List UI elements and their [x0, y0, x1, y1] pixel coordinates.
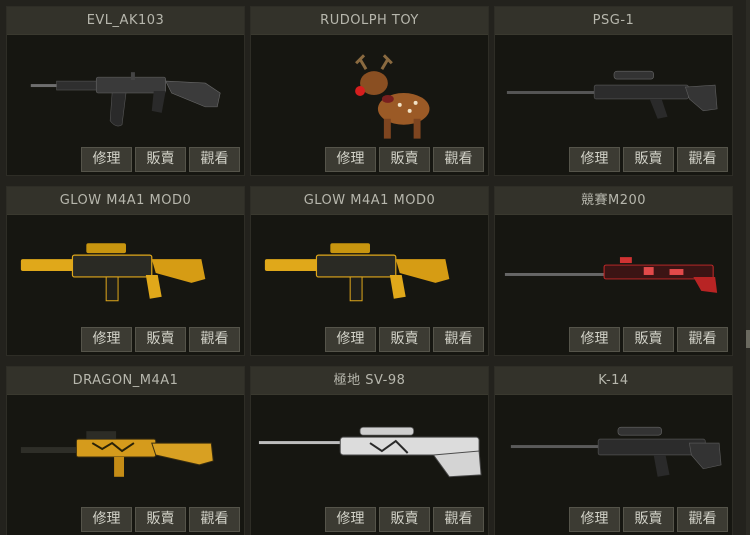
- sell-button[interactable]: 販賣: [623, 327, 674, 352]
- item-card-rudolph-toy[interactable]: RUDOLPH TOY 修理 販賣 觀看: [250, 6, 489, 176]
- repair-button[interactable]: 修理: [325, 507, 376, 532]
- gold-m4a1-rifle-icon: [264, 243, 450, 302]
- view-button[interactable]: 觀看: [433, 147, 484, 172]
- repair-button[interactable]: 修理: [81, 507, 132, 532]
- view-button[interactable]: 觀看: [189, 147, 240, 172]
- item-card-k-14[interactable]: K-14 修理 販賣 觀看: [494, 366, 733, 535]
- red-m200-sniper-icon: [504, 257, 718, 293]
- view-button[interactable]: 觀看: [189, 327, 240, 352]
- item-name: PSG-1: [495, 7, 732, 35]
- item-name: 極地 SV-98: [251, 367, 488, 395]
- repair-button[interactable]: 修理: [569, 147, 620, 172]
- k14-sniper-icon: [510, 426, 722, 477]
- item-name: K-14: [495, 367, 732, 395]
- sell-button[interactable]: 販賣: [623, 507, 674, 532]
- dragon-m4a1-rifle-icon: [20, 431, 214, 477]
- item-name: EVL_AK103: [7, 7, 244, 35]
- repair-button[interactable]: 修理: [81, 147, 132, 172]
- sell-button[interactable]: 販賣: [623, 147, 674, 172]
- item-name: 競賽M200: [495, 187, 732, 215]
- item-card-dragon-m4a1[interactable]: DRAGON_M4A1 修理 販賣 觀看: [6, 366, 245, 535]
- item-name: RUDOLPH TOY: [251, 7, 488, 35]
- item-card-evl-ak103[interactable]: EVL_AK103 修理 販賣 觀看: [6, 6, 245, 176]
- view-button[interactable]: 觀看: [677, 507, 728, 532]
- arctic-sv98-sniper-icon: [258, 426, 482, 478]
- sell-button[interactable]: 販賣: [379, 507, 430, 532]
- sell-button[interactable]: 販賣: [135, 147, 186, 172]
- item-name: DRAGON_M4A1: [7, 367, 244, 395]
- scrollbar-thumb[interactable]: [746, 330, 750, 348]
- view-button[interactable]: 觀看: [677, 327, 728, 352]
- gold-m4a1-rifle-icon: [20, 243, 206, 302]
- ak103-rifle-icon: [30, 72, 221, 127]
- item-card-glow-m4a1-mod0[interactable]: GLOW M4A1 MOD0 修理 販賣 觀看: [250, 186, 489, 356]
- view-button[interactable]: 觀看: [433, 507, 484, 532]
- repair-button[interactable]: 修理: [81, 327, 132, 352]
- view-button[interactable]: 觀看: [189, 507, 240, 532]
- sell-button[interactable]: 販賣: [379, 327, 430, 352]
- item-name: GLOW M4A1 MOD0: [7, 187, 244, 215]
- sell-button[interactable]: 販賣: [135, 507, 186, 532]
- repair-button[interactable]: 修理: [569, 507, 620, 532]
- view-button[interactable]: 觀看: [677, 147, 728, 172]
- view-button[interactable]: 觀看: [433, 327, 484, 352]
- repair-button[interactable]: 修理: [325, 327, 376, 352]
- reindeer-toy-icon: [355, 54, 430, 139]
- item-name: GLOW M4A1 MOD0: [251, 187, 488, 215]
- item-card-m200[interactable]: 競賽M200 修理 販賣 觀看: [494, 186, 733, 356]
- item-card-arctic-sv-98[interactable]: 極地 SV-98 修理 販賣 觀看: [250, 366, 489, 535]
- sell-button[interactable]: 販賣: [135, 327, 186, 352]
- inventory-grid: EVL_AK103 修理 販賣 觀看 RUDOLPH TOY 修理 販賣 觀看 …: [0, 0, 750, 535]
- item-card-glow-m4a1-mod0[interactable]: GLOW M4A1 MOD0 修理 販賣 觀看: [6, 186, 245, 356]
- repair-button[interactable]: 修理: [569, 327, 620, 352]
- item-card-psg-1[interactable]: PSG-1 修理 販賣 觀看: [494, 6, 733, 176]
- repair-button[interactable]: 修理: [325, 147, 376, 172]
- sell-button[interactable]: 販賣: [379, 147, 430, 172]
- psg1-sniper-icon: [506, 70, 718, 119]
- scrollbar-track[interactable]: [746, 0, 750, 535]
